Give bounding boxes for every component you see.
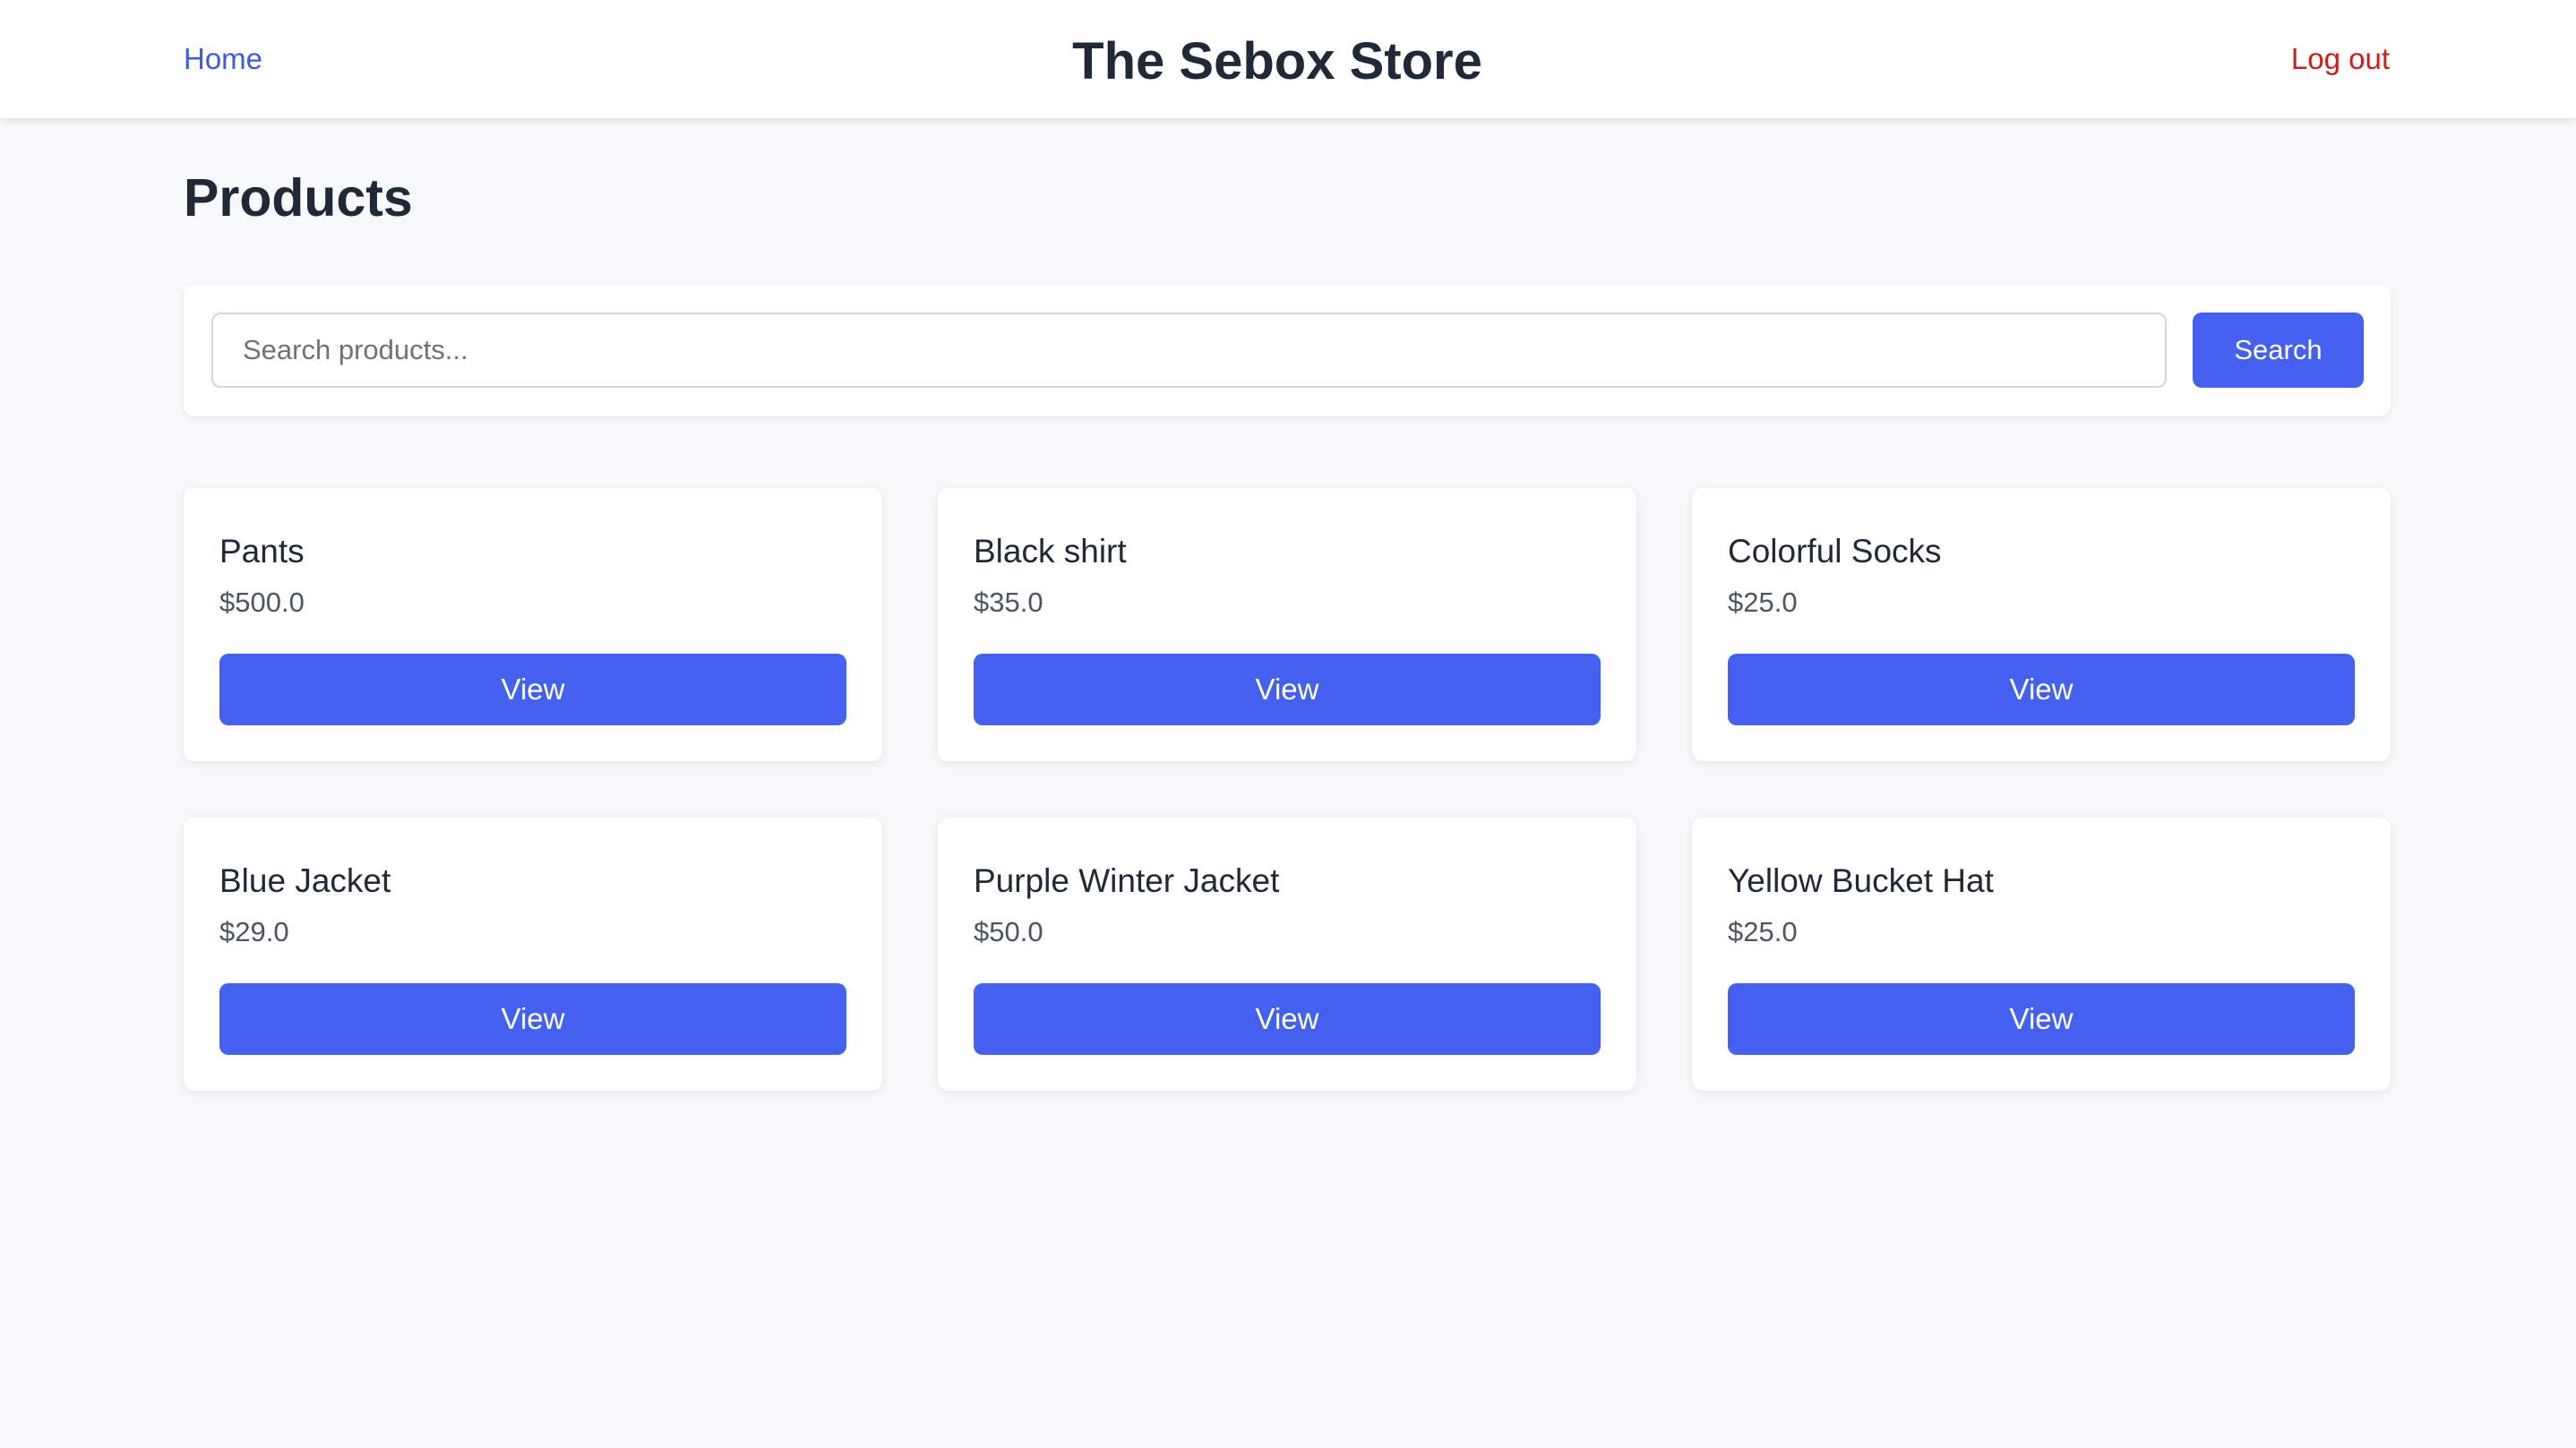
view-product-button[interactable]: View [1728, 983, 2355, 1055]
product-name: Purple Winter Jacket [974, 862, 1280, 899]
product-price: $50.0 [974, 916, 1043, 947]
product-price: $500.0 [219, 587, 305, 618]
product-name: Pants [219, 533, 305, 570]
search-panel: Search [184, 285, 2391, 416]
product-card: Blue Jacket $29.0 View [184, 818, 882, 1091]
product-price: $25.0 [1728, 587, 1798, 618]
view-product-button[interactable]: View [219, 983, 846, 1055]
view-product-button[interactable]: View [974, 654, 1601, 725]
top-navbar: Home The Sebox Store Log out [0, 0, 2576, 118]
product-card: Pants $500.0 View [184, 488, 882, 761]
product-name: Black shirt [974, 533, 1127, 570]
view-product-button[interactable]: View [1728, 654, 2355, 725]
search-button[interactable]: Search [2193, 313, 2364, 388]
product-card: Black shirt $35.0 View [938, 488, 1636, 761]
product-card: Colorful Socks $25.0 View [1692, 488, 2391, 761]
product-grid: Pants $500.0 View Black shirt $35.0 View… [184, 488, 2391, 1091]
product-card: Purple Winter Jacket $50.0 View [938, 818, 1636, 1091]
product-name: Colorful Socks [1728, 533, 1942, 570]
product-card: Yellow Bucket Hat $25.0 View [1692, 818, 2391, 1091]
product-price: $25.0 [1728, 916, 1798, 947]
page-title: Products [184, 168, 413, 227]
product-price: $35.0 [974, 587, 1043, 618]
logout-link[interactable]: Log out [2291, 41, 2390, 77]
view-product-button[interactable]: View [974, 983, 1601, 1055]
search-input[interactable] [211, 313, 2167, 388]
product-name: Blue Jacket [219, 862, 391, 899]
view-product-button[interactable]: View [219, 654, 846, 725]
site-title: The Sebox Store [1072, 32, 1482, 90]
product-price: $29.0 [219, 916, 289, 947]
product-name: Yellow Bucket Hat [1728, 862, 1994, 899]
